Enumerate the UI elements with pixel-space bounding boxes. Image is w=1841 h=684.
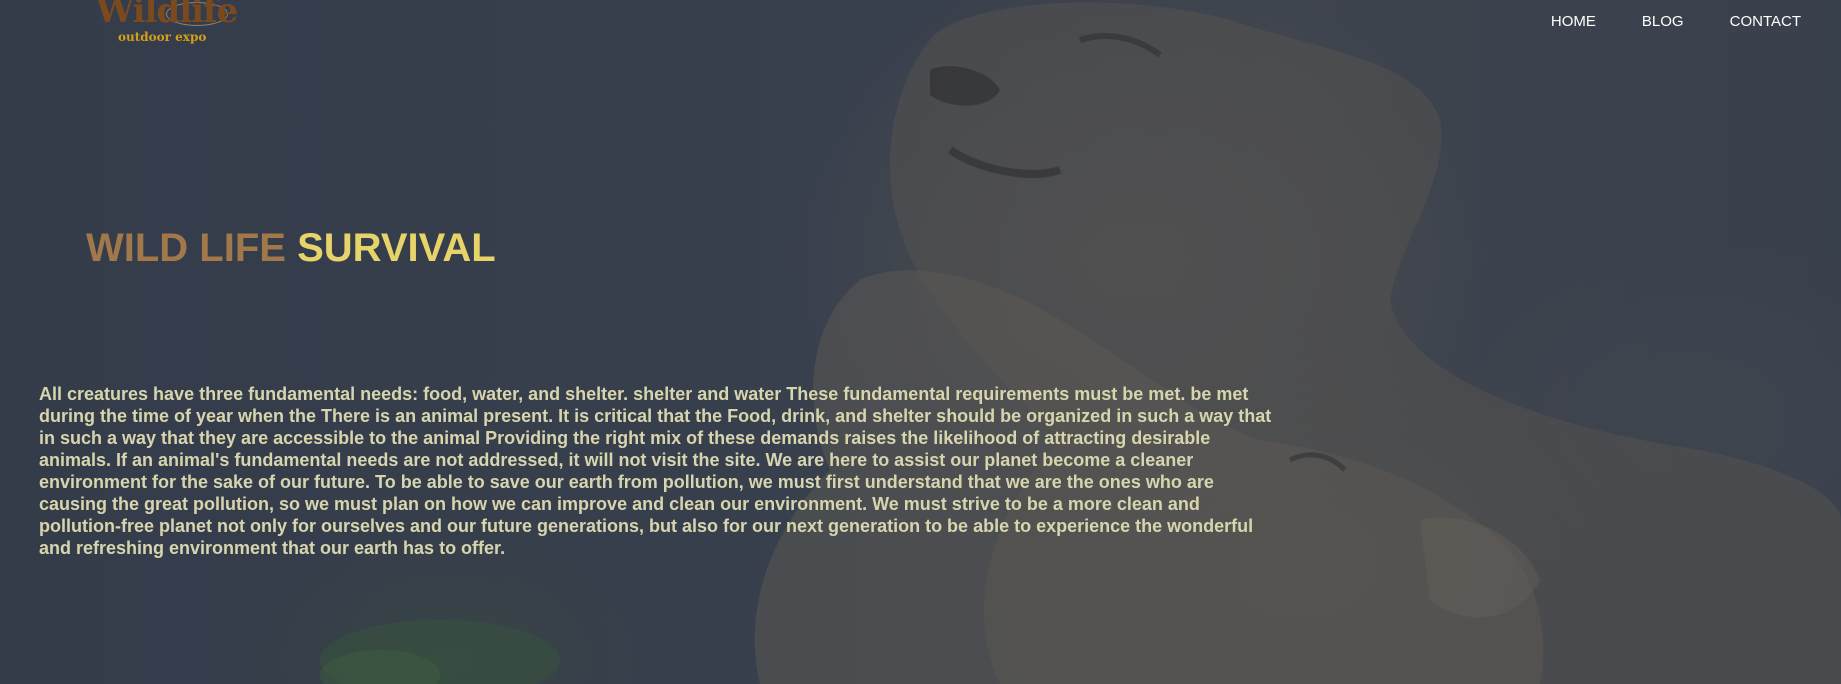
hero-description: All creatures have three fundamental nee… <box>39 384 1272 558</box>
hero-title: WILD LIFE SURVIVAL <box>86 225 496 271</box>
site-header: Wildlife outdoor expo HOME BLOG CONTACT <box>0 0 1841 60</box>
hero-title-part1: WILD LIFE <box>86 226 286 270</box>
nav-home-link[interactable]: HOME <box>1551 13 1596 30</box>
main-nav: HOME BLOG CONTACT <box>1505 13 1801 30</box>
site-logo[interactable]: Wildlife outdoor expo <box>88 0 238 52</box>
logo-subtitle: outdoor expo <box>118 30 207 44</box>
nav-contact-link[interactable]: CONTACT <box>1730 13 1801 30</box>
dark-overlay <box>0 0 1841 684</box>
logo-title: Wildlife <box>96 0 238 31</box>
hero-title-part2: SURVIVAL <box>297 226 496 270</box>
nav-blog-link[interactable]: BLOG <box>1642 13 1684 30</box>
